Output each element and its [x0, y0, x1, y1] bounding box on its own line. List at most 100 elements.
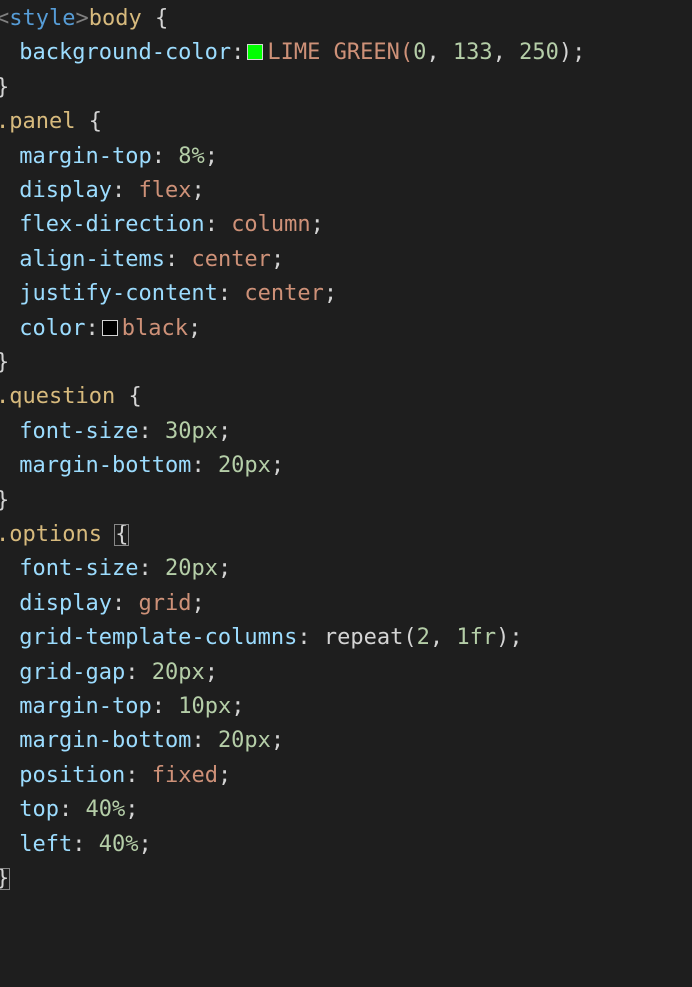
code-line[interactable]: font-size: 30px; [0, 415, 692, 449]
code-token: flex [138, 178, 192, 203]
code-line[interactable]: } [0, 71, 688, 105]
code-editor[interactable]: <style>body { background-color: LIME GREE… [0, 0, 692, 987]
code-token: .options [0, 522, 102, 547]
code-token: ; [231, 694, 245, 719]
code-token: ; [204, 143, 218, 169]
code-line[interactable]: grid-template-columns: repeat(2, 1fr); [0, 621, 692, 655]
code-line[interactable]: top: 40%; [0, 793, 692, 827]
code-token: , [492, 40, 520, 66]
code-token: ); [496, 625, 523, 651]
code-line[interactable]: .question { [0, 380, 688, 414]
code-token: 250 [519, 40, 559, 66]
code-token: 20px [164, 556, 218, 582]
code-line[interactable]: background-color: LIME GREEN(0, 133, 250)… [0, 36, 692, 70]
code-token: : repeat( [297, 625, 417, 651]
code-token: .question [0, 384, 116, 410]
code-token: : [204, 212, 232, 238]
code-token: : [125, 659, 152, 685]
code-line[interactable]: } [0, 862, 688, 896]
code-token: 133 [452, 40, 493, 66]
code-token: 10px [178, 694, 232, 719]
code-token: .panel [0, 109, 76, 135]
code-line[interactable]: left: 40%; [0, 828, 692, 862]
code-line[interactable]: margin-bottom: 20px; [0, 449, 692, 483]
code-token: : [111, 178, 139, 203]
code-line[interactable]: .panel { [0, 105, 688, 139]
code-line[interactable]: display: flex; [0, 174, 692, 208]
code-line[interactable]: justify-content: center; [0, 277, 692, 311]
code-token: } [0, 350, 9, 375]
code-token: ; [191, 178, 205, 203]
code-token: ; [270, 728, 285, 754]
code-token: style [9, 6, 76, 31]
code-token: , [426, 40, 453, 66]
code-line[interactable]: } [0, 484, 688, 518]
text-cursor: } [0, 868, 11, 890]
code-token: grid-template-columns [6, 625, 298, 651]
code-line[interactable]: .options { [0, 518, 688, 552]
code-token: : [125, 762, 152, 788]
code-token: align-items [6, 246, 165, 272]
code-token: ); [558, 40, 586, 66]
code-token: { [115, 384, 142, 410]
code-token: , [429, 625, 457, 651]
code-token: flex-direction [6, 212, 205, 238]
code-token: < [0, 6, 10, 31]
code-token: display [6, 590, 112, 616]
code-token: { [75, 109, 102, 135]
code-line[interactable]: margin-bottom: 20px; [0, 724, 692, 758]
code-token: ; [323, 281, 338, 307]
code-token: margin-top [6, 694, 152, 719]
code-line[interactable]: position: fixed; [0, 759, 692, 793]
color-swatch-icon[interactable] [247, 44, 264, 61]
code-token: ; [204, 659, 218, 685]
code-token: font-size [6, 418, 139, 444]
code-token: ; [310, 212, 324, 238]
code-token: center [244, 281, 324, 307]
code-token: 0 [413, 40, 427, 66]
code-token: position [6, 762, 126, 788]
code-token: left [6, 831, 73, 857]
code-token: ; [138, 831, 152, 857]
code-line[interactable]: font-size: 20px; [0, 552, 692, 586]
code-token: ; [125, 797, 139, 823]
code-token: margin-bottom [6, 453, 192, 479]
code-token: ; [270, 453, 285, 479]
code-token: black [121, 315, 188, 341]
code-token: : [85, 315, 99, 341]
code-token: margin-bottom [6, 728, 192, 754]
code-line[interactable]: color: black; [0, 312, 692, 346]
code-token: : [217, 281, 245, 307]
code-line[interactable]: margin-top: 10px; [0, 690, 692, 724]
code-token: grid [138, 590, 192, 616]
code-token: body [88, 6, 142, 31]
code-token: : [58, 797, 86, 823]
code-token: LIME GREEN( [267, 40, 414, 66]
code-token: : [191, 453, 218, 479]
code-token: : [151, 694, 179, 719]
code-line[interactable]: align-items: center; [0, 243, 692, 277]
code-token: ; [191, 590, 205, 616]
code-token: 40% [85, 797, 126, 823]
code-token: : [138, 556, 165, 582]
code-token: : [231, 40, 245, 66]
code-line[interactable]: <style>body { [0, 2, 688, 36]
code-line[interactable]: } [0, 346, 688, 380]
code-token: : [138, 418, 165, 444]
code-token: column [231, 212, 311, 238]
code-token: ; [270, 246, 285, 272]
code-token: display [6, 178, 112, 203]
color-swatch-icon[interactable] [101, 319, 118, 336]
code-line[interactable]: margin-top: 8%; [0, 140, 692, 174]
code-token: top [6, 797, 59, 823]
code-token: : [111, 590, 139, 616]
code-line[interactable]: flex-direction: column; [0, 208, 692, 242]
code-token: : [164, 246, 192, 272]
code-line[interactable]: display: grid; [0, 587, 692, 621]
code-token: : [191, 728, 218, 754]
bracket-match-highlight: { [114, 522, 130, 547]
code-token: fixed [151, 762, 218, 788]
code-token: 20px [151, 659, 205, 685]
code-line[interactable]: grid-gap: 20px; [0, 656, 692, 690]
